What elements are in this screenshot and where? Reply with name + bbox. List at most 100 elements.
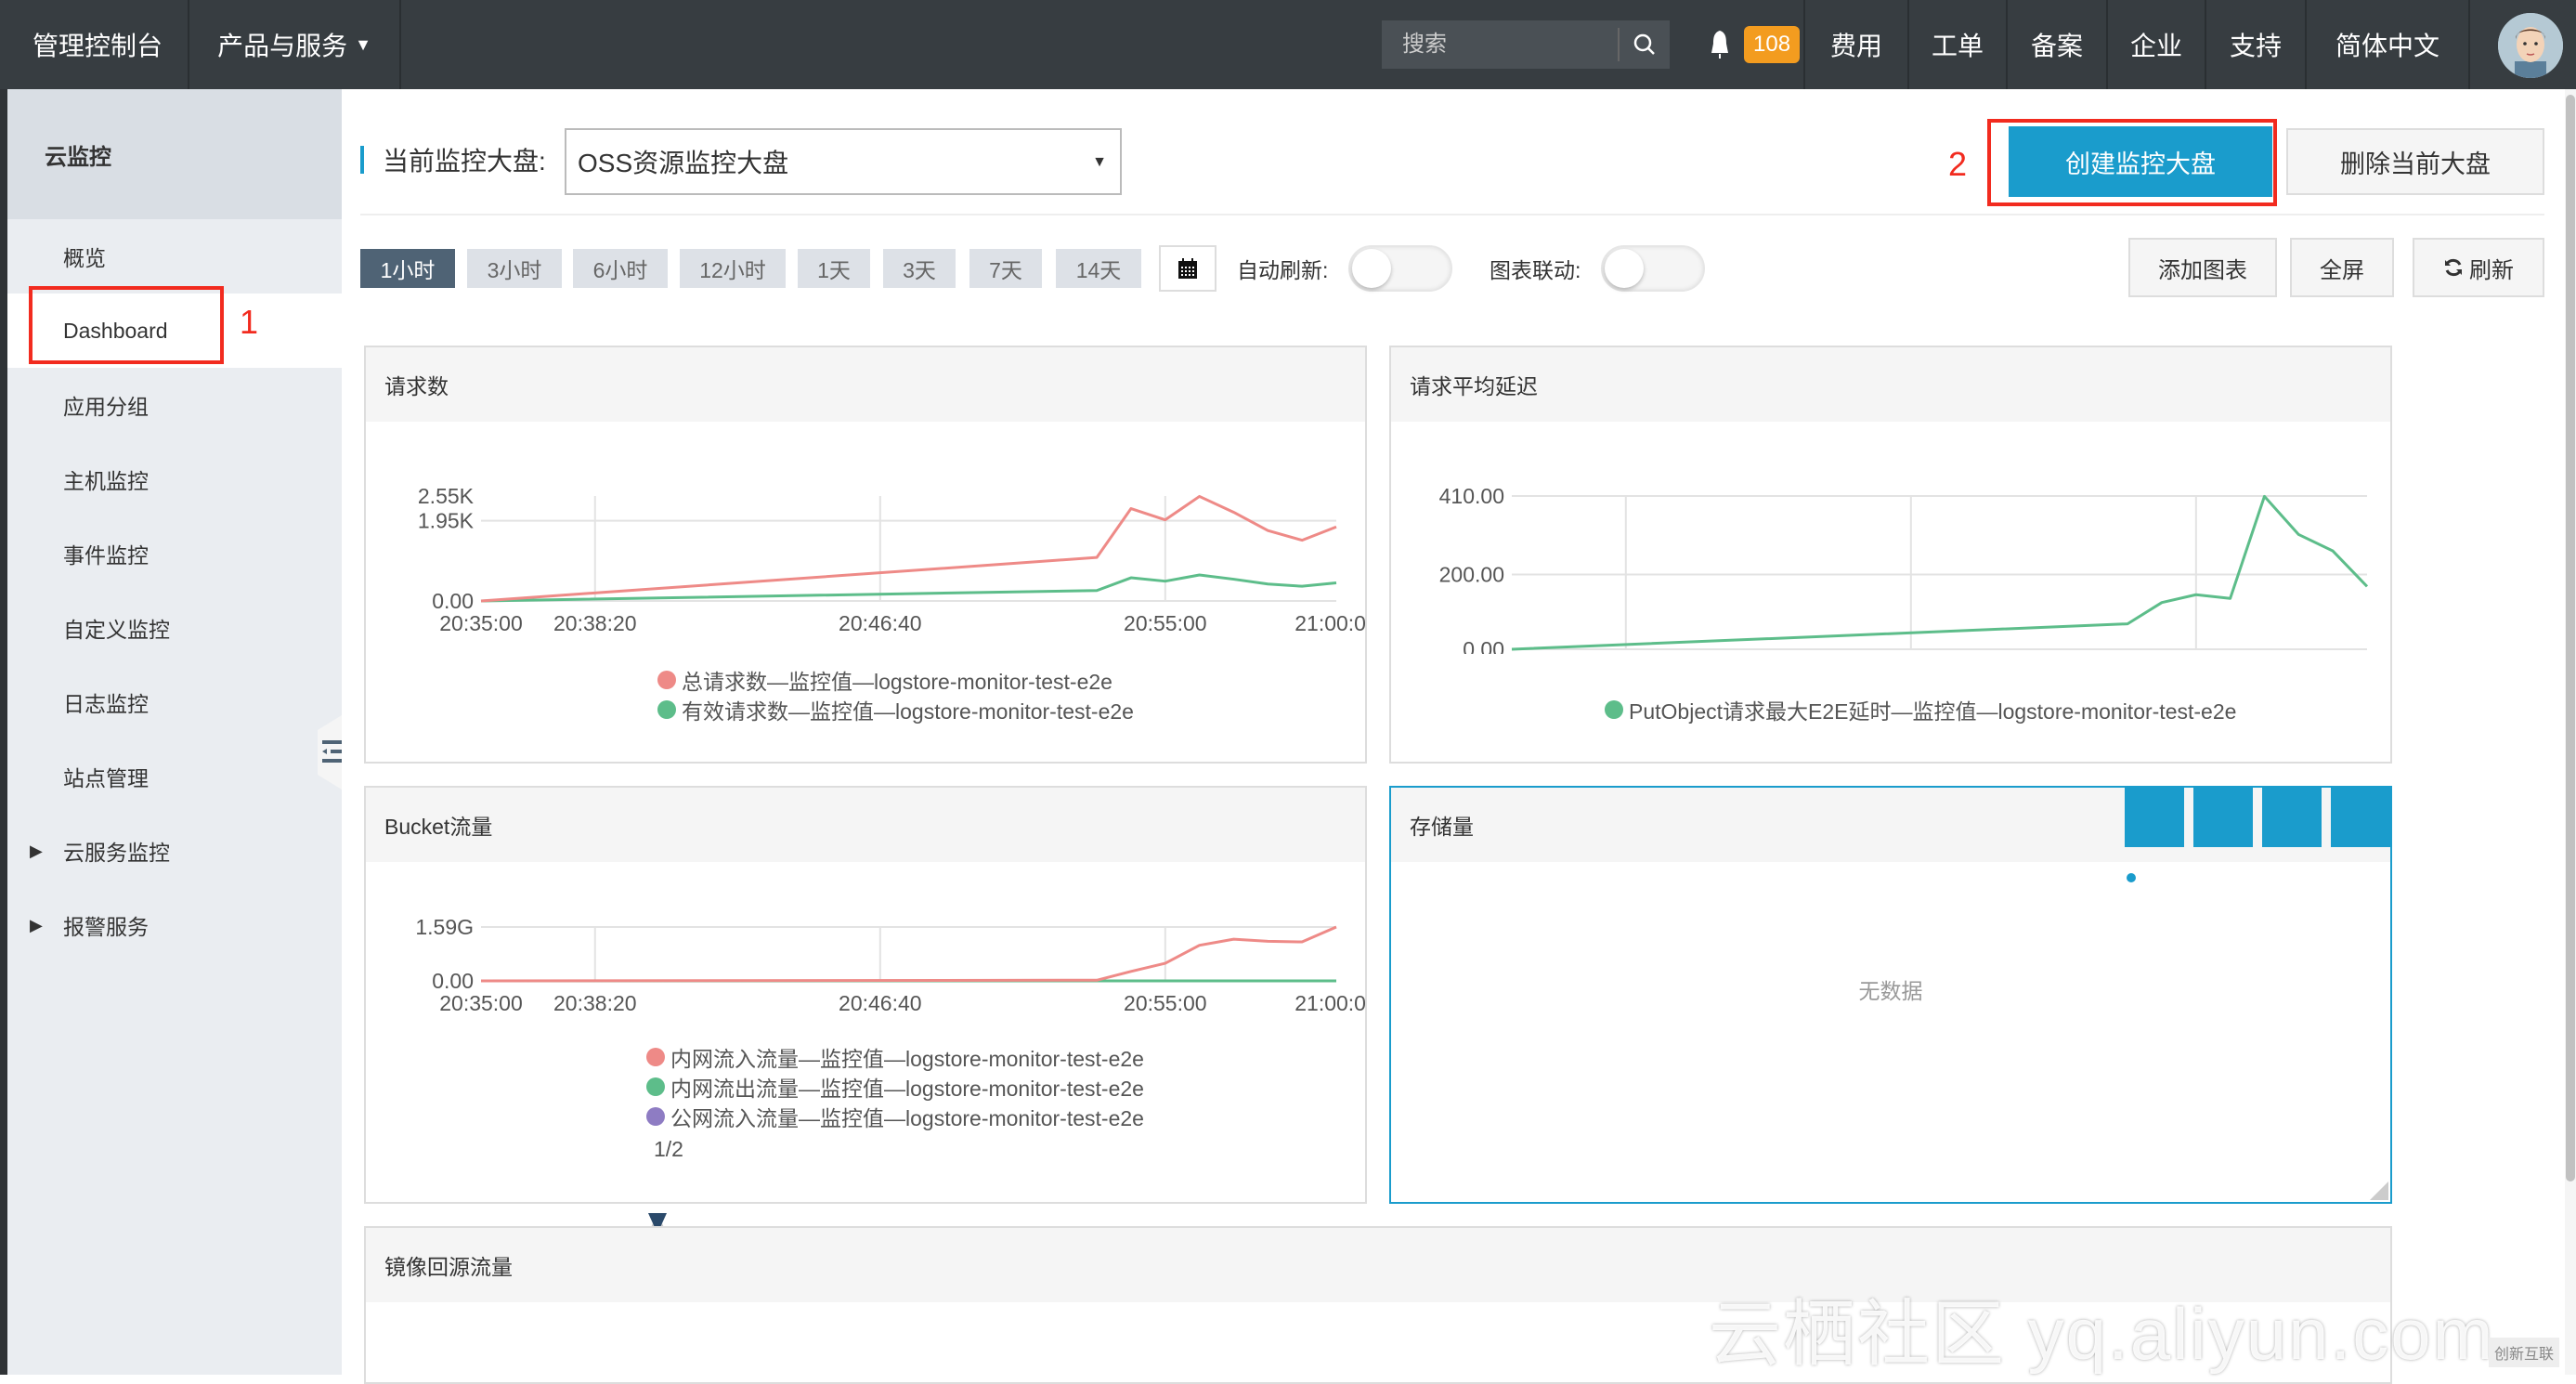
panel-expand-button[interactable] [2121,788,2322,888]
user-avatar[interactable] [2498,13,2563,78]
time-range-12h[interactable]: 12小时 [680,249,786,288]
products-label: 产品与服务 [217,32,348,60]
notification-badge[interactable]: 108 [1744,26,1801,63]
x-tick-label: 20:38:20 [553,611,637,635]
add-chart-button[interactable]: 添加图表 [2128,238,2277,297]
sidebar-item-label: 报警服务 [63,915,149,939]
create-dashboard-button[interactable]: 创建监控大盘 [2009,126,2272,197]
refresh-button[interactable]: 刷新 [2413,238,2544,297]
nav-label: 支持 [2229,32,2282,60]
console-home-link[interactable]: 管理控制台 [7,0,189,89]
nav-billing[interactable]: 费用 [1803,0,1909,89]
nav-enterprise[interactable]: 企业 [2108,0,2206,89]
dashboard-select[interactable]: OSS资源监控大盘 ▼ [565,128,1122,195]
top-navigation-bar: 管理控制台 产品与服务 ▼ 108 费用 工单 备案 企业 支持 简体中文 [0,0,2576,89]
x-tick-label: 20:38:20 [553,991,637,1015]
legend-item[interactable]: PutObject请求最大E2E延时—监控值—logstore-monitor-… [1605,695,2236,725]
x-tick-label: 20:35:00 [439,991,523,1015]
annotation-box-1 [29,286,224,364]
auto-refresh-toggle[interactable] [1348,245,1452,292]
resize-handle[interactable] [2370,1182,2388,1200]
time-range-3h[interactable]: 3小时 [467,249,562,288]
sidebar-item-label: 应用分组 [63,395,149,419]
calendar-button[interactable] [1159,245,1216,292]
sidebar-item-label: 概览 [63,246,106,270]
chart-legend: 总请求数—监控值—logstore-monitor-test-e2e 有效请求数—… [657,665,1134,725]
legend-label: 内网流出流量—监控值—logstore-monitor-test-e2e [670,1077,1144,1101]
scrollbar-thumb[interactable] [2566,95,2575,1182]
chart-link-toggle[interactable] [1601,245,1705,292]
sidebar-item-label: 站点管理 [63,766,149,790]
time-range-7d[interactable]: 7天 [969,249,1042,288]
legend-item[interactable]: 内网流入流量—监控值—logstore-monitor-test-e2e [646,1042,1144,1072]
refresh-icon [2445,258,2462,277]
chart-panel-bucket-traffic: Bucket流量 0.00 1.59G 20:35:00 20:38:20 20:46:… [364,786,1367,1234]
y-tick-label: 410.00 [1439,484,1504,508]
legend-item[interactable]: 公网流入流量—监控值—logstore-monitor-test-e2e [646,1102,1144,1131]
nav-label: 简体中文 [2335,32,2439,60]
panel-time-button[interactable] [2116,788,2184,893]
nav-label: 工单 [1931,32,1984,60]
panel-refresh-button[interactable] [2119,788,2253,890]
fullscreen-button[interactable]: 全屏 [2290,238,2394,297]
legend-label: 有效请求数—监控值—logstore-monitor-test-e2e [682,699,1134,724]
bucket-traffic-chart: 0.00 1.59G 20:35:00 20:38:20 20:46:40 20:55:0… [415,915,1365,1015]
legend-dot-icon [657,671,676,689]
y-tick-label: 1.95K [418,509,475,533]
time-range-3d[interactable]: 3天 [883,249,956,288]
series-line [480,494,1337,603]
sidebar-item-host-monitoring[interactable]: 主机监控 [7,442,342,516]
search-icon[interactable] [1618,28,1670,61]
nav-icp[interactable]: 备案 [2008,0,2108,89]
nav-tickets[interactable]: 工单 [1909,0,2008,89]
header-divider [360,214,2544,215]
panel-settings-button[interactable] [2117,788,2390,892]
time-range-1h[interactable]: 1小时 [360,249,455,288]
legend-dot-icon [646,1107,665,1126]
legend-item[interactable]: 有效请求数—监控值—logstore-monitor-test-e2e [657,695,1134,725]
sidebar-title: 云监控 [7,89,342,219]
sidebar-item-app-groups[interactable]: 应用分组 [7,368,342,442]
expand-triangle-icon: ▶ [30,915,43,934]
y-tick-label: 0.00 [1463,637,1504,654]
products-menu[interactable]: 产品与服务 ▼ [189,0,401,89]
panel-toolbar [2115,788,2390,893]
legend-item[interactable]: 总请求数—监控值—logstore-monitor-test-e2e [657,665,1134,695]
expand-triangle-icon: ▶ [30,841,43,860]
nav-label: 企业 [2129,32,2182,60]
auto-refresh-label: 自动刷新: [1237,258,1329,282]
sidebar-item-overview[interactable]: 概览 [7,219,342,294]
page-scrollbar[interactable] [2565,89,2576,1375]
sidebar-item-label: 日志监控 [63,692,149,716]
sidebar-item-site-management[interactable]: 站点管理 [7,739,342,814]
delete-dashboard-button[interactable]: 删除当前大盘 [2286,128,2544,195]
sidebar-item-alarm-service[interactable]: ▶ 报警服务 [7,888,342,962]
legend-label: 总请求数—监控值—logstore-monitor-test-e2e [682,670,1112,694]
time-range-1d[interactable]: 1天 [798,249,870,288]
annotation-number-1: 1 [240,303,259,341]
chart-panel-latency: 请求平均延迟 0.00200.00410.0020:35:0020:38:202… [1389,346,2392,764]
sidebar-item-cloud-service-monitoring[interactable]: ▶ 云服务监控 [7,814,342,888]
current-dashboard-label: 当前监控大盘: [383,147,546,176]
time-range-14d[interactable]: 14天 [1056,249,1141,288]
sidebar-item-label: 事件监控 [63,543,149,568]
search-input[interactable] [1382,32,1614,58]
sidebar-item-event-monitoring[interactable]: 事件监控 [7,516,342,591]
refresh-label: 刷新 [2469,257,2514,283]
x-tick-label: 20:55:00 [1124,991,1207,1015]
legend-item[interactable]: 内网流出流量—监控值—logstore-monitor-test-e2e [646,1072,1144,1102]
legend-pager: 1/2 [646,1137,691,1234]
time-range-6h[interactable]: 6小时 [573,249,668,288]
nav-language[interactable]: 简体中文 [2307,0,2470,89]
nav-support[interactable]: 支持 [2206,0,2307,89]
title-accent-bar [360,146,364,174]
chart-legend: 内网流入流量—监控值—logstore-monitor-test-e2e 内网流出… [646,1042,1144,1131]
legend-label: PutObject请求最大E2E延时—监控值—logstore-monitor-… [1629,699,2237,724]
watermark-logo: 创新互联 [2489,1338,2560,1367]
sidebar-item-custom-monitoring[interactable]: 自定义监控 [7,591,342,665]
bell-icon[interactable] [1701,26,1738,63]
toggle-knob [1605,249,1644,288]
x-tick-label: 20:55:00 [1124,611,1207,635]
search-box [1382,20,1670,69]
sidebar-item-log-monitoring[interactable]: 日志监控 [7,665,342,739]
